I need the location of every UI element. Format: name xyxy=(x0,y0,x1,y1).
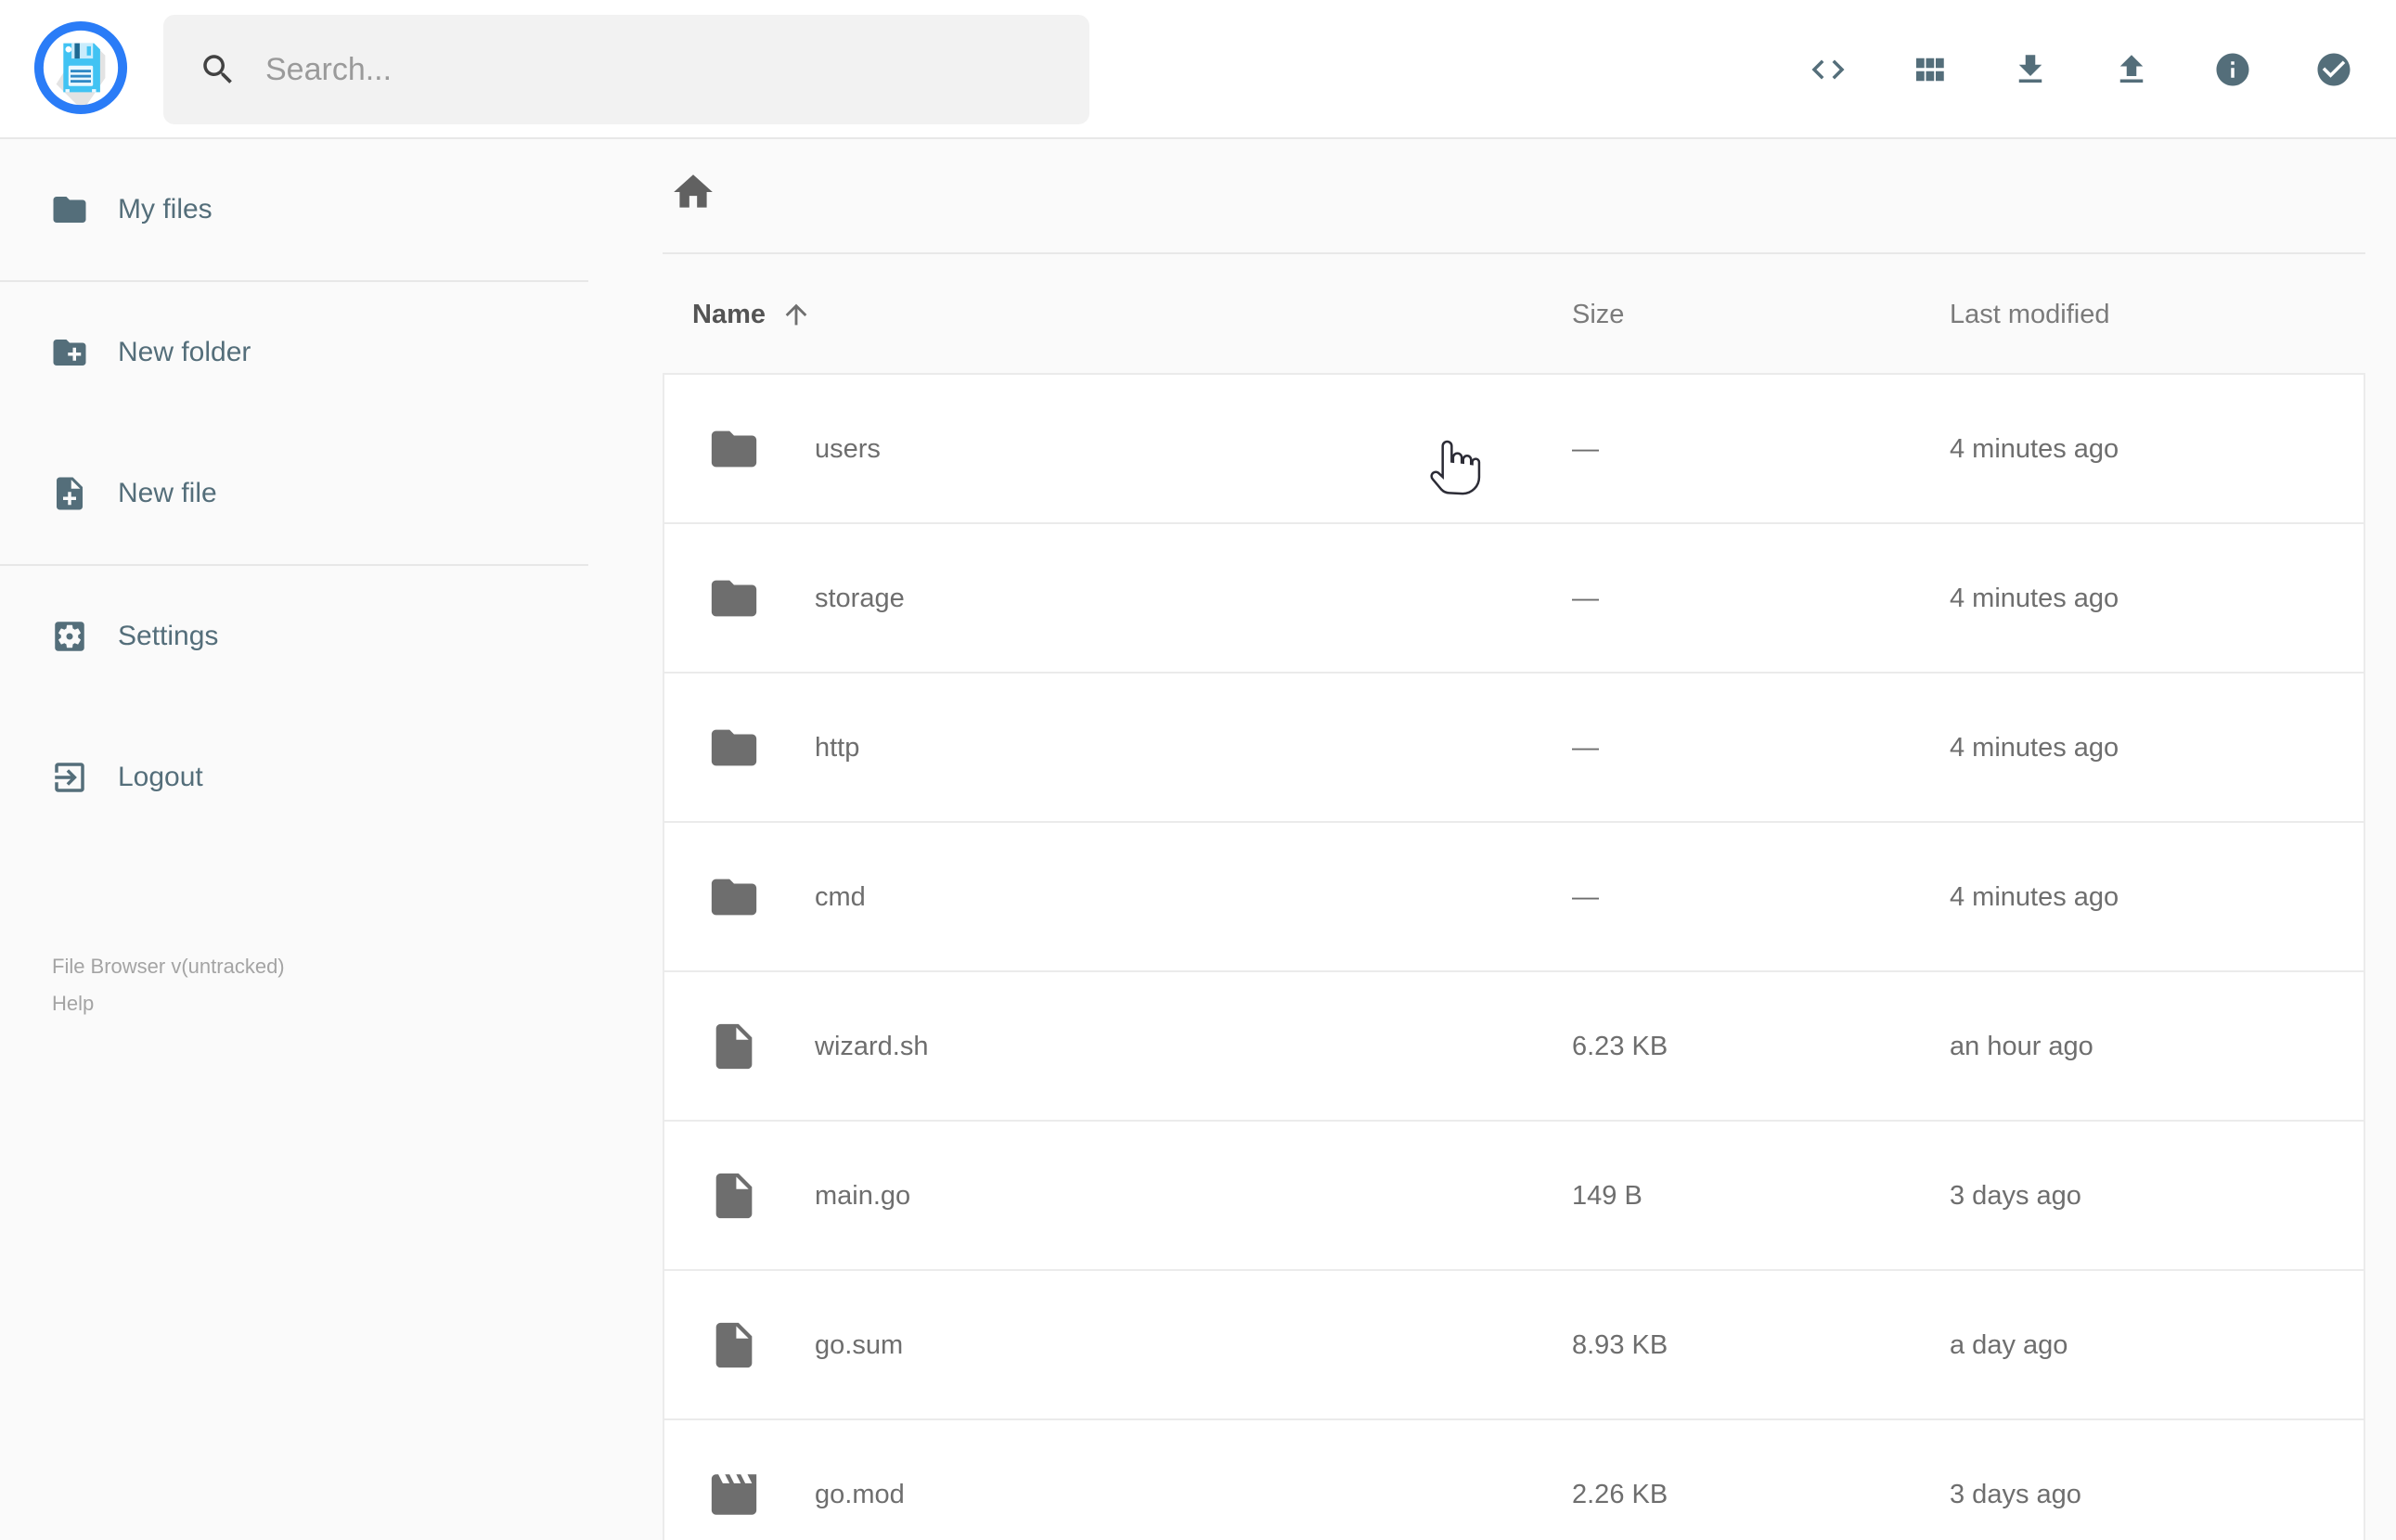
row-size: 6.23 KB xyxy=(1572,1032,1668,1061)
row-name: storage xyxy=(815,584,905,613)
row-modified: a day ago xyxy=(1950,1330,2068,1360)
row-modified: 4 minutes ago xyxy=(1950,882,2119,912)
new-file-icon xyxy=(50,474,89,513)
help-link[interactable]: Help xyxy=(52,985,285,1022)
filebrowser-app: My files New folder New file Settings Lo… xyxy=(0,0,2396,1540)
sidebar-item-label: Logout xyxy=(118,762,203,792)
sidebar-item-label: My files xyxy=(118,194,213,225)
row-modified: 4 minutes ago xyxy=(1950,584,2119,613)
search-input[interactable] xyxy=(265,51,1063,88)
breadcrumb-divider xyxy=(663,252,2365,254)
sidebar-item-new-folder[interactable]: New folder xyxy=(0,282,588,423)
folder-icon xyxy=(50,190,89,229)
row-modified: 3 days ago xyxy=(1950,1181,2081,1211)
row-modified: 3 days ago xyxy=(1950,1480,2081,1509)
folder-icon xyxy=(707,870,761,924)
file-icon xyxy=(707,1020,761,1073)
row-name: go.sum xyxy=(815,1330,904,1360)
row-modified: 4 minutes ago xyxy=(1950,733,2119,763)
breadcrumb-home-button[interactable] xyxy=(670,169,716,215)
download-icon xyxy=(2011,50,2050,89)
logout-icon xyxy=(50,758,89,797)
sidebar-item-new-file[interactable]: New file xyxy=(0,423,588,564)
row-size: 2.26 KB xyxy=(1572,1480,1668,1509)
page-body: My files New folder New file Settings Lo… xyxy=(0,139,2396,1540)
table-row[interactable]: cmd — 4 minutes ago xyxy=(664,823,2364,972)
sidebar-credits: File Browser v(untracked) Help xyxy=(52,948,285,1022)
file-icon xyxy=(707,1169,761,1223)
table-row[interactable]: http — 4 minutes ago xyxy=(664,674,2364,823)
floppy-disk-logo-icon xyxy=(30,20,132,122)
column-header-size[interactable]: Size xyxy=(1572,299,1624,330)
row-modified: an hour ago xyxy=(1950,1032,2093,1061)
grid-view-button[interactable] xyxy=(1910,50,1949,89)
table-row[interactable]: users — 4 minutes ago xyxy=(664,375,2364,524)
sidebar-item-logout[interactable]: Logout xyxy=(0,707,588,848)
sidebar: My files New folder New file Settings Lo… xyxy=(0,139,588,1015)
header-actions xyxy=(1809,0,2353,139)
row-size: — xyxy=(1572,584,1599,613)
file-listing: users — 4 minutes ago storage — 4 minute… xyxy=(663,373,2365,1540)
table-row[interactable]: storage — 4 minutes ago xyxy=(664,524,2364,674)
top-bar xyxy=(0,0,2396,139)
row-size: — xyxy=(1572,733,1599,763)
info-icon xyxy=(2213,50,2252,89)
upload-button[interactable] xyxy=(2112,50,2151,89)
folder-icon xyxy=(707,721,761,775)
info-button[interactable] xyxy=(2213,50,2252,89)
folder-icon xyxy=(707,422,761,476)
new-folder-icon xyxy=(50,333,89,372)
column-header-modified[interactable]: Last modified xyxy=(1950,299,2110,330)
raw-view-button[interactable] xyxy=(1809,50,1848,89)
sidebar-item-settings[interactable]: Settings xyxy=(0,566,588,707)
row-size: — xyxy=(1572,434,1599,464)
arrow-up-icon xyxy=(780,299,812,330)
folder-icon xyxy=(707,571,761,625)
search-bar[interactable] xyxy=(163,15,1089,124)
table-row[interactable]: main.go 149 B 3 days ago xyxy=(664,1122,2364,1271)
file-icon xyxy=(707,1318,761,1372)
sidebar-item-label: Settings xyxy=(118,621,219,651)
row-name: http xyxy=(815,733,860,763)
row-modified: 4 minutes ago xyxy=(1950,434,2119,464)
row-name: cmd xyxy=(815,882,866,912)
upload-icon xyxy=(2112,50,2151,89)
app-version: File Browser v(untracked) xyxy=(52,955,285,978)
check-circle-icon xyxy=(2314,50,2353,89)
row-size: 149 B xyxy=(1572,1181,1642,1211)
row-size: 8.93 KB xyxy=(1572,1330,1668,1360)
table-row[interactable]: wizard.sh 6.23 KB an hour ago xyxy=(664,972,2364,1122)
grid-view-icon xyxy=(1910,50,1949,89)
table-row[interactable]: go.sum 8.93 KB a day ago xyxy=(664,1271,2364,1420)
search-icon xyxy=(199,50,238,89)
sidebar-item-my-files[interactable]: My files xyxy=(0,139,588,280)
code-icon xyxy=(1809,50,1848,89)
select-multiple-button[interactable] xyxy=(2314,50,2353,89)
row-name: users xyxy=(815,434,881,464)
settings-icon xyxy=(50,617,89,656)
sidebar-item-label: New folder xyxy=(118,337,251,367)
app-logo[interactable] xyxy=(30,17,132,119)
row-name: wizard.sh xyxy=(815,1032,929,1061)
home-icon xyxy=(670,169,716,215)
download-button[interactable] xyxy=(2011,50,2050,89)
row-name: go.mod xyxy=(815,1480,905,1509)
sidebar-item-label: New file xyxy=(118,478,217,508)
table-row[interactable]: go.mod 2.26 KB 3 days ago xyxy=(664,1420,2364,1540)
movie-icon xyxy=(707,1468,761,1521)
column-header-name[interactable]: Name xyxy=(692,299,812,330)
row-name: main.go xyxy=(815,1181,911,1211)
column-header-name-label: Name xyxy=(692,300,766,329)
row-size: — xyxy=(1572,882,1599,912)
